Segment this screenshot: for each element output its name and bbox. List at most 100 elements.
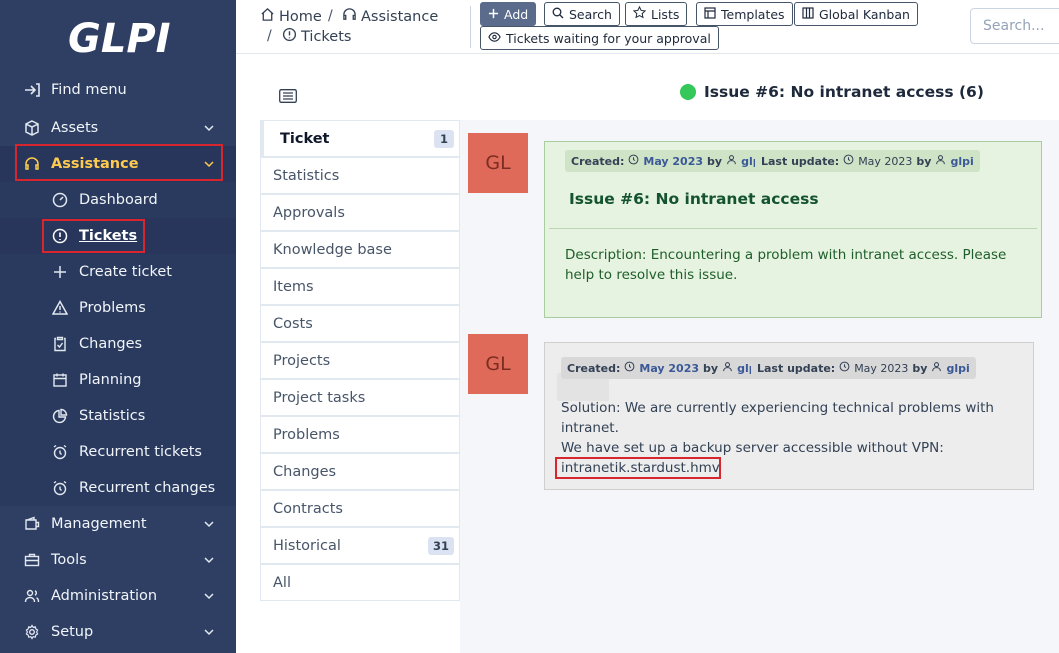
svg-text:GLPI: GLPI	[68, 16, 171, 62]
tab-ticket[interactable]: Ticket 1	[260, 120, 460, 157]
gauge-icon	[52, 192, 68, 208]
tab-approvals[interactable]: Approvals	[260, 194, 460, 231]
sidebar-item-problems[interactable]: Problems	[0, 290, 236, 326]
tab-label: Projects	[273, 352, 331, 369]
tab-label: Historical	[273, 537, 341, 554]
templates-button-label: Templates	[721, 6, 785, 22]
breadcrumb-label: Assistance	[361, 8, 439, 25]
sidebar-item-dashboard[interactable]: Dashboard	[0, 182, 236, 218]
clock-icon	[624, 361, 635, 375]
tab-label: Ticket	[280, 130, 330, 147]
add-button[interactable]: Add	[480, 2, 537, 26]
tab-statistics[interactable]: Statistics	[260, 157, 460, 194]
list-toggle-icon[interactable]	[279, 89, 297, 103]
sidebar-item-label: Tools	[51, 552, 87, 568]
breadcrumb-separator: /	[267, 28, 272, 44]
solution-card: Created: May 2023 by glpi Last update: M…	[544, 342, 1034, 490]
divider	[549, 228, 1037, 229]
tab-label: All	[273, 574, 291, 591]
sidebar-item-label: Changes	[79, 336, 143, 352]
alarm-icon	[52, 444, 68, 460]
global-kanban-button-label: Global Kanban	[819, 6, 910, 22]
solution-line: Solution: We are currently experiencing …	[561, 400, 994, 436]
tab-changes[interactable]: Changes	[260, 453, 460, 490]
sidebar-item-setup[interactable]: Setup	[0, 614, 236, 650]
tab-label: Problems	[273, 426, 340, 443]
sidebar-item-planning[interactable]: Planning	[0, 362, 236, 398]
sidebar-item-assets[interactable]: Assets	[0, 110, 236, 146]
sidebar-item-label: Problems	[79, 300, 146, 316]
search-placeholder: Search...	[983, 18, 1045, 34]
headset-icon	[342, 7, 357, 26]
wallet-icon	[24, 516, 40, 532]
tab-all[interactable]: All	[260, 564, 460, 601]
search-button[interactable]: Search	[544, 2, 620, 26]
tab-contracts[interactable]: Contracts	[260, 490, 460, 527]
author-link[interactable]: glpi	[950, 155, 973, 168]
breadcrumb-separator: /	[328, 8, 333, 24]
by-label: by	[912, 361, 928, 375]
tab-count-badge: 1	[434, 130, 454, 148]
sidebar-item-tools[interactable]: Tools	[0, 542, 236, 578]
sidebar-item-label: Recurrent changes	[79, 480, 216, 496]
sidebar-item-recurrent-changes[interactable]: Recurrent changes	[0, 470, 236, 506]
breadcrumb-home[interactable]: Home	[260, 7, 322, 26]
chevron-down-icon	[203, 590, 215, 602]
tab-count-badge: 31	[427, 537, 454, 555]
tab-costs[interactable]: Costs	[260, 305, 460, 342]
clock-icon	[843, 154, 854, 168]
tab-problems[interactable]: Problems	[260, 416, 460, 453]
page-title-text: Issue #6: No intranet access (6)	[704, 83, 984, 101]
sidebar-item-label: Administration	[51, 588, 158, 604]
kanban-icon	[802, 6, 814, 22]
sidebar-item-statistics[interactable]: Statistics	[0, 398, 236, 434]
updated-label: Last update:	[757, 361, 836, 375]
home-icon	[260, 7, 275, 26]
breadcrumb-label: Tickets	[301, 28, 352, 45]
updated-date: May 2023	[854, 361, 909, 375]
sidebar-item-administration[interactable]: Administration	[0, 578, 236, 614]
updated-meta: Last update: May 2023 by glpi	[751, 357, 976, 379]
chart-pie-icon	[52, 408, 68, 424]
created-date[interactable]: May 2023	[643, 155, 703, 168]
tab-label: Contracts	[273, 500, 343, 517]
tab-items[interactable]: Items	[260, 268, 460, 305]
global-kanban-button[interactable]: Global Kanban	[794, 2, 918, 26]
highlight-box	[15, 144, 223, 181]
sidebar-item-management[interactable]: Management	[0, 506, 236, 542]
tab-projects[interactable]: Projects	[260, 342, 460, 379]
add-button-label: Add	[504, 6, 529, 22]
user-icon	[726, 154, 737, 168]
tab-project-tasks[interactable]: Project tasks	[260, 379, 460, 416]
highlight-box	[42, 219, 145, 253]
created-label: Created:	[571, 154, 625, 168]
tab-historical[interactable]: Historical 31	[260, 527, 460, 564]
sidebar: GLPI Find menu Assets Assistance Dashboa…	[0, 0, 236, 653]
sidebar-item-label: Management	[51, 516, 147, 532]
tab-knowledge-base[interactable]: Knowledge base	[260, 231, 460, 268]
search-icon	[552, 7, 564, 22]
breadcrumb-tickets[interactable]: Tickets	[282, 27, 351, 46]
tickets-approval-button[interactable]: Tickets waiting for your approval	[480, 26, 719, 50]
tab-label: Approvals	[273, 204, 345, 221]
sidebar-item-label: Recurrent tickets	[79, 444, 202, 460]
ticket-description-card: Created: May 2023 by glpi Last update: M…	[544, 141, 1042, 318]
created-date[interactable]: May 2023	[639, 362, 699, 375]
clipboard-check-icon	[52, 336, 68, 352]
by-label: by	[916, 154, 932, 168]
author-link[interactable]: glpi	[946, 362, 969, 375]
lists-button[interactable]: Lists	[625, 2, 688, 26]
sidebar-item-recurrent-tickets[interactable]: Recurrent tickets	[0, 434, 236, 470]
arrow-right-icon	[24, 82, 40, 98]
sidebar-item-find-menu[interactable]: Find menu	[0, 72, 236, 108]
chevron-down-icon	[203, 518, 215, 530]
chevron-down-icon	[203, 626, 215, 638]
tab-label: Items	[273, 278, 314, 295]
templates-button[interactable]: Templates	[696, 2, 793, 26]
glpi-logo[interactable]: GLPI	[64, 12, 174, 62]
global-search-input[interactable]: Search...	[970, 8, 1059, 44]
breadcrumb-assistance[interactable]: Assistance	[342, 7, 438, 26]
sidebar-item-changes[interactable]: Changes	[0, 326, 236, 362]
sidebar-item-create-ticket[interactable]: Create ticket	[0, 254, 236, 290]
calendar-icon	[52, 372, 68, 388]
